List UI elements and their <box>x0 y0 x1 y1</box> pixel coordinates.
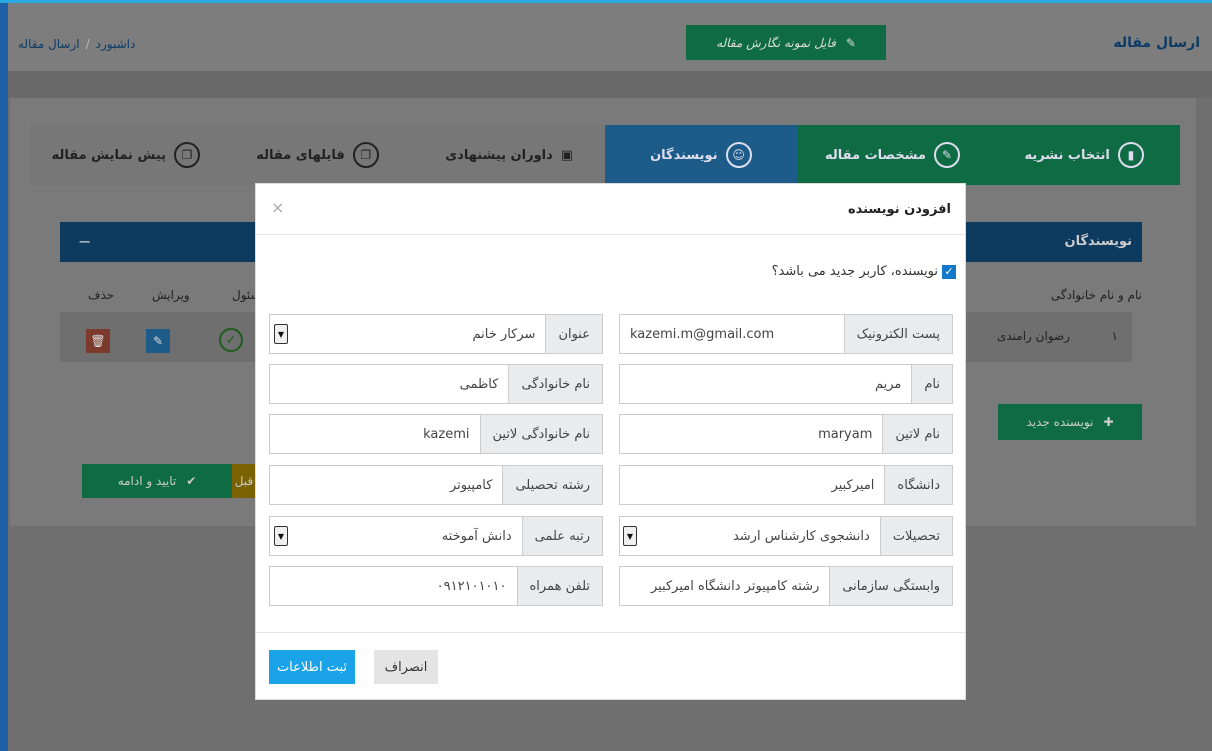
col-edit: ویرایش <box>152 288 190 302</box>
plus-icon: ✚ <box>1103 415 1114 429</box>
latin-first-name-field[interactable]: نام لاتین maryam <box>619 414 953 454</box>
last-name-value[interactable]: کاظمی <box>270 365 508 403</box>
journal-icon: ▮ <box>1117 142 1144 168</box>
education-label: تحصیلات <box>879 517 952 555</box>
page-title: ارسال مقاله <box>1113 35 1200 51</box>
email-value[interactable]: kazemi.m@gmail.com <box>620 315 844 353</box>
cancel-button[interactable]: انصراف <box>374 650 438 684</box>
new-author-label: نویسنده جدید <box>1026 415 1094 429</box>
wizard-steps: ▮ انتخاب نشریه ✎ مشخصات مقاله ☺ نویسندگا… <box>29 125 1180 185</box>
close-icon[interactable]: × <box>271 198 284 217</box>
add-author-modal: افزودن نویسنده × ✓ نویسنده، کاربر جدید م… <box>255 183 966 700</box>
step-label: مشخصات مقاله <box>825 147 926 163</box>
affiliation-value[interactable]: رشته کامپیوتر دانشگاه امیرکبیر <box>620 567 829 605</box>
latin-last-name-value[interactable]: kazemi <box>270 415 480 453</box>
title-value[interactable]: سرکار خانم <box>270 315 545 353</box>
affiliation-field[interactable]: وابستگی سازمانی رشته کامپیوتر دانشگاه ام… <box>619 566 953 606</box>
col-name: نام و نام خانوادگی <box>1050 288 1142 302</box>
prev-label: قبل <box>234 474 254 488</box>
first-name-label: نام <box>911 365 952 403</box>
latin-first-name-label: نام لاتین <box>882 415 952 453</box>
latin-first-name-value[interactable]: maryam <box>620 415 882 453</box>
check-icon: ✓ <box>219 328 243 352</box>
copy-icon: ❐ <box>174 142 201 168</box>
breadcrumb: داشبورد / ارسال مقاله <box>18 37 135 51</box>
prev-button[interactable]: قبل <box>232 464 256 498</box>
education-select[interactable]: تحصیلات دانشجوی کارشناس ارشد <box>619 516 953 556</box>
col-delete: حذف <box>88 288 115 302</box>
academic-rank-select[interactable]: رتبه علمی دانش آموخته <box>269 516 603 556</box>
first-name-field[interactable]: نام مریم <box>619 364 953 404</box>
university-value[interactable]: امیرکبیر <box>620 466 884 504</box>
mobile-field[interactable]: تلفن همراه ۰۹۱۲۱۰۱۰۱۰ <box>269 566 603 606</box>
step-label: داوران پیشنهادی <box>445 147 553 163</box>
left-accent-bar <box>0 3 8 751</box>
breadcrumb-dashboard[interactable]: داشبورد <box>96 37 136 51</box>
row-index: ۱ <box>1111 329 1118 343</box>
template-file-label: فایل نمونه نگارش مقاله <box>716 35 836 50</box>
confirm-continue-button[interactable]: ✔ تایید و ادامه <box>82 464 232 498</box>
breadcrumb-current: ارسال مقاله <box>18 37 80 51</box>
mobile-label: تلفن همراه <box>516 567 602 605</box>
email-field[interactable]: پست الکترونیک kazemi.m@gmail.com <box>619 314 953 354</box>
step-label: پیش نمایش مقاله <box>51 147 167 163</box>
collapse-icon[interactable]: − <box>78 232 91 251</box>
save-button[interactable]: ثبت اطلاعات <box>269 650 355 684</box>
last-name-field[interactable]: نام خانوادگی کاظمی <box>269 364 603 404</box>
education-value[interactable]: دانشجوی کارشناس ارشد <box>620 517 880 555</box>
new-user-label: نویسنده، کاربر جدید می باشد؟ <box>771 264 938 279</box>
id-card-icon: ▣ <box>560 147 574 163</box>
checkbox-checked-icon[interactable]: ✓ <box>942 264 956 279</box>
confirm-label: تایید و ادامه <box>117 474 177 488</box>
field-of-study-label: رشته تحصیلی <box>502 466 602 504</box>
col-responsible: مسئول <box>232 288 256 302</box>
dropdown-arrow-icon[interactable]: ▼ <box>274 526 288 546</box>
first-name-value[interactable]: مریم <box>620 365 911 403</box>
latin-last-name-label: نام خانوادگی لاتین <box>479 415 602 453</box>
breadcrumb-separator: / <box>85 37 90 51</box>
title-select[interactable]: عنوان سرکار خانم <box>269 314 603 354</box>
check-icon: ✔ <box>186 474 197 488</box>
university-label: دانشگاه <box>884 466 952 504</box>
step-select-journal[interactable]: ▮ انتخاب نشریه <box>988 125 1180 185</box>
edit-icon: ✎ <box>933 142 960 168</box>
title-label: عنوان <box>545 315 602 353</box>
trash-icon[interactable]: 🗑 <box>86 329 110 353</box>
academic-rank-value[interactable]: دانش آموخته <box>270 517 522 555</box>
header-subbar <box>8 71 1212 98</box>
new-author-button[interactable]: ✚ نویسنده جدید <box>998 404 1142 440</box>
modal-footer-divider <box>256 632 965 633</box>
row-author-name: رضوان رامندی <box>996 329 1070 343</box>
field-of-study-field[interactable]: رشته تحصیلی کامپیوتر <box>269 465 603 505</box>
step-label: انتخاب نشریه <box>1024 147 1110 163</box>
step-article-details[interactable]: ✎ مشخصات مقاله <box>796 125 989 185</box>
email-label: پست الکترونیک <box>843 315 952 353</box>
modal-title: افزودن نویسنده <box>847 202 951 217</box>
step-preview[interactable]: ❐ پیش نمایش مقاله <box>29 125 222 185</box>
modal-header: افزودن نویسنده × <box>256 184 965 235</box>
copy-icon: ❐ <box>352 142 379 168</box>
mobile-value[interactable]: ۰۹۱۲۱۰۱۰۱۰ <box>270 567 517 605</box>
pencil-icon[interactable]: ✎ <box>146 329 170 353</box>
user-icon: ☺ <box>725 142 752 168</box>
edit-icon: ✎ <box>845 35 856 50</box>
field-of-study-value[interactable]: کامپیوتر <box>270 466 502 504</box>
new-user-checkbox-row[interactable]: ✓ نویسنده، کاربر جدید می باشد؟ <box>772 264 956 279</box>
template-file-button[interactable]: ✎ فایل نمونه نگارش مقاله <box>686 25 886 60</box>
authors-panel-title: نویسندگان <box>1064 234 1133 249</box>
latin-last-name-field[interactable]: نام خانوادگی لاتین kazemi <box>269 414 603 454</box>
academic-rank-label: رتبه علمی <box>521 517 602 555</box>
step-authors[interactable]: ☺ نویسندگان <box>604 125 797 185</box>
university-field[interactable]: دانشگاه امیرکبیر <box>619 465 953 505</box>
step-label: فایلهای مقاله <box>256 147 345 163</box>
step-article-files[interactable]: ❐ فایلهای مقاله <box>221 125 414 185</box>
dropdown-arrow-icon[interactable]: ▼ <box>623 526 637 546</box>
step-suggested-reviewers[interactable]: ▣ داوران پیشنهادی <box>413 125 605 185</box>
last-name-label: نام خانوادگی <box>508 365 602 403</box>
step-label: نویسندگان <box>650 147 718 163</box>
page-header: ارسال مقاله داشبورد / ارسال مقاله <box>8 3 1212 71</box>
dropdown-arrow-icon[interactable]: ▼ <box>274 324 288 344</box>
affiliation-label: وابستگی سازمانی <box>829 567 952 605</box>
